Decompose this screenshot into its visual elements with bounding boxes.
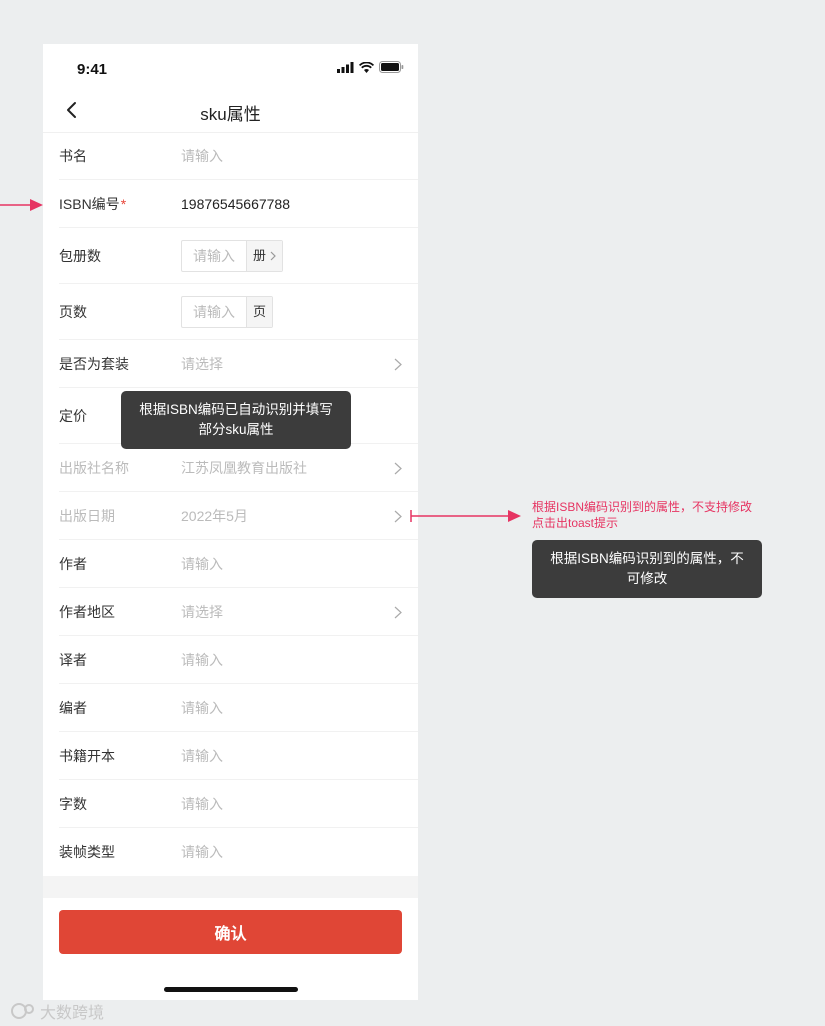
publish-date-select[interactable]: 2022年5月 (181, 492, 248, 539)
field-label: 译者 (59, 651, 87, 668)
chevron-right-icon (394, 358, 402, 370)
volume-count-input[interactable]: 请输入 (182, 241, 246, 271)
field-author[interactable]: 作者 请输入 (59, 540, 418, 588)
field-label: 作者地区 (59, 603, 115, 620)
tooltip-line: 部分sku属性 (198, 422, 274, 437)
field-translator[interactable]: 译者 请输入 (59, 636, 418, 684)
watermark-text: 大数跨境 (40, 1005, 105, 1022)
field-label: 是否为套装 (59, 355, 129, 372)
field-editor[interactable]: 编者 请输入 (59, 684, 418, 732)
field-label: 出版社名称 (59, 459, 129, 476)
annotation-arrow-left (0, 199, 43, 211)
home-indicator (164, 987, 298, 992)
chevron-right-icon (394, 606, 402, 618)
footer-divider (43, 876, 418, 898)
annotation-line: 根据ISBN编码识别到的属性，不支持修改 (532, 500, 753, 514)
field-word-count[interactable]: 字数 请输入 (59, 780, 418, 828)
field-isbn[interactable]: ISBN编号 * 19876545667788 (59, 180, 418, 228)
field-label: 出版日期 (59, 507, 115, 524)
phone-screen: 9:41 sku属性 书名 请输入 ISBN编号 * 19876545667788… (43, 44, 418, 1000)
watermark-logo-icon (11, 1003, 34, 1019)
field-label: 编者 (59, 699, 87, 716)
book-format-input[interactable]: 请输入 (181, 732, 223, 779)
volume-count-stepper: 请输入 册 (181, 240, 284, 272)
toast-line: 可修改 (626, 571, 668, 586)
publisher-select[interactable]: 江苏凤凰教育出版社 (181, 444, 307, 491)
autofill-tooltip: 根据ISBN编码已自动识别并填写 部分sku属性 (121, 391, 351, 449)
system-icons (337, 61, 404, 73)
required-mark: * (120, 195, 127, 212)
is-set-select[interactable]: 请选择 (181, 340, 223, 387)
tooltip-line: 根据ISBN编码已自动识别并填写 (139, 402, 333, 417)
field-book-name[interactable]: 书名 请输入 (59, 132, 418, 180)
isbn-label: ISBN编号 (59, 195, 120, 212)
field-publish-date[interactable]: 出版日期 2022年5月 (59, 492, 418, 540)
editor-input[interactable]: 请输入 (181, 684, 223, 731)
page-title: sku属性 (200, 105, 261, 124)
chevron-right-icon (394, 462, 402, 474)
author-input[interactable]: 请输入 (181, 540, 223, 587)
field-label: 书籍开本 (59, 747, 115, 764)
annotation-note: 根据ISBN编码识别到的属性，不支持修改 点击出toast提示 (532, 499, 772, 531)
signal-icon (337, 61, 354, 73)
page-count-stepper: 请输入 页 (181, 296, 274, 328)
word-count-input[interactable]: 请输入 (181, 780, 223, 827)
field-book-format[interactable]: 书籍开本 请输入 (59, 732, 418, 780)
confirm-button[interactable]: 确认 (59, 910, 402, 954)
nav-bar: sku属性 (43, 88, 418, 133)
volume-unit-selector[interactable]: 册 (246, 241, 283, 271)
field-is-set[interactable]: 是否为套装 请选择 (59, 340, 418, 388)
battery-icon (379, 61, 404, 73)
annotation-arrow-right (410, 510, 521, 522)
page-unit: 页 (246, 297, 273, 327)
field-label: 包册数 (59, 247, 101, 264)
field-label: 装帧类型 (59, 843, 115, 860)
unit-label: 册 (253, 248, 267, 263)
binding-type-input[interactable]: 请输入 (181, 828, 223, 875)
field-page-count: 页数 请输入 页 (59, 284, 418, 340)
field-publisher[interactable]: 出版社名称 江苏凤凰教育出版社 (59, 444, 418, 492)
toast-line: 根据ISBN编码识别到的属性，不 (550, 551, 744, 566)
field-label: 字数 (59, 795, 87, 812)
isbn-input[interactable]: 19876545667788 (181, 180, 290, 227)
translator-input[interactable]: 请输入 (181, 636, 223, 683)
chevron-right-icon (270, 251, 276, 261)
field-label: 定价 (59, 407, 87, 424)
chevron-right-icon (394, 510, 402, 522)
status-bar: 9:41 (43, 44, 418, 88)
wifi-icon (359, 61, 374, 73)
page-count-input[interactable]: 请输入 (182, 297, 246, 327)
field-label: ISBN编号 * (59, 180, 126, 227)
field-label: 页数 (59, 303, 87, 320)
field-label: 书名 (59, 147, 87, 164)
status-time: 9:41 (77, 61, 108, 78)
author-region-select[interactable]: 请选择 (181, 588, 223, 635)
field-label: 作者 (59, 555, 87, 572)
field-volume-count: 包册数 请输入 册 (59, 228, 418, 284)
annotation-line: 点击出toast提示 (532, 516, 619, 530)
readonly-toast: 根据ISBN编码识别到的属性，不 可修改 (532, 540, 762, 598)
field-binding-type[interactable]: 装帧类型 请输入 (59, 828, 418, 875)
book-name-input[interactable]: 请输入 (181, 132, 223, 179)
watermark: 大数跨境 (10, 999, 104, 1023)
field-author-region[interactable]: 作者地区 请选择 (59, 588, 418, 636)
sku-form: 书名 请输入 ISBN编号 * 19876545667788 包册数 请输入 册 … (43, 132, 418, 875)
